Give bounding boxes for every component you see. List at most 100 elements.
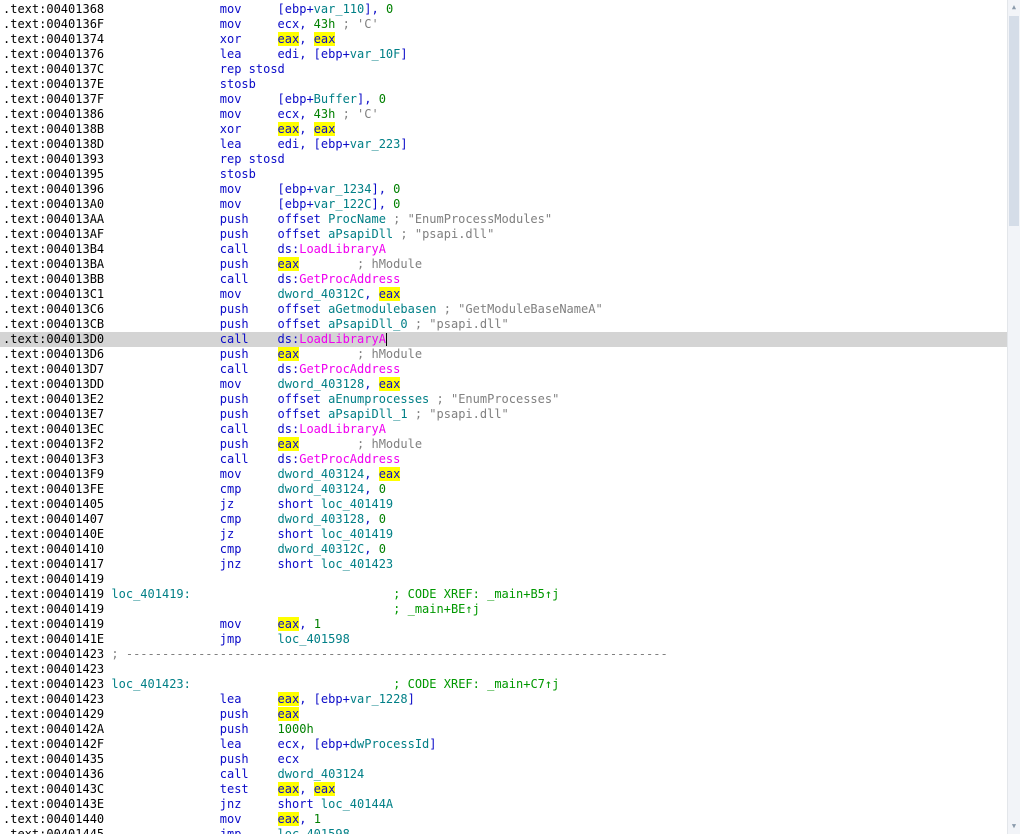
identifier[interactable]: ProcName <box>328 212 386 226</box>
asm-line[interactable]: .text:00401435 push ecx <box>0 752 1007 767</box>
asm-line[interactable]: .text:00401405 jz short loc_401419 <box>0 497 1007 512</box>
identifier[interactable]: dword_40312C <box>278 287 365 301</box>
identifier[interactable]: dword_40312C <box>278 542 365 556</box>
import-name[interactable]: GetProcAddress <box>299 362 400 376</box>
asm-line[interactable]: .text:004013D6 push eax ; hModule <box>0 347 1007 362</box>
asm-line[interactable]: .text:0040143E jnz short loc_40144A <box>0 797 1007 812</box>
asm-line[interactable]: .text:00401407 cmp dword_403128, 0 <box>0 512 1007 527</box>
identifier[interactable]: dwProcessId <box>350 737 429 751</box>
identifier[interactable]: dword_403124 <box>278 467 365 481</box>
asm-line[interactable]: .text:0040136F mov ecx, 43h ; 'C' <box>0 17 1007 32</box>
highlighted-register[interactable]: eax <box>313 32 336 46</box>
scroll-down-button[interactable]: ▼ <box>1008 819 1020 834</box>
asm-line[interactable]: .text:00401423 loc_401423: ; CODE XREF: … <box>0 677 1007 692</box>
asm-line[interactable]: .text:004013F9 mov dword_403124, eax <box>0 467 1007 482</box>
asm-line[interactable]: .text:00401410 cmp dword_40312C, 0 <box>0 542 1007 557</box>
identifier[interactable]: var_223 <box>350 137 401 151</box>
asm-line[interactable]: .text:00401445 jmp loc_401598 <box>0 827 1007 834</box>
asm-line[interactable]: .text:0040137E stosb <box>0 77 1007 92</box>
asm-line[interactable]: .text:0040138D lea edi, [ebp+var_223] <box>0 137 1007 152</box>
asm-line[interactable]: .text:004013F3 call ds:GetProcAddress <box>0 452 1007 467</box>
asm-line-selected[interactable]: .text:004013D0 call ds:LoadLibraryA <box>0 332 1007 347</box>
highlighted-register[interactable]: eax <box>313 122 336 136</box>
import-name[interactable]: GetProcAddress <box>299 272 400 286</box>
import-name[interactable]: GetProcAddress <box>299 452 400 466</box>
identifier[interactable]: Buffer <box>314 92 357 106</box>
identifier[interactable]: dword_403128 <box>278 377 365 391</box>
highlighted-register[interactable]: eax <box>378 287 401 301</box>
asm-line[interactable]: .text:004013E7 push offset aPsapiDll_1 ;… <box>0 407 1007 422</box>
identifier[interactable]: loc_401419: <box>111 587 190 601</box>
asm-line[interactable]: .text:004013CB push offset aPsapiDll_0 ;… <box>0 317 1007 332</box>
asm-line[interactable]: .text:00401396 mov [ebp+var_1234], 0 <box>0 182 1007 197</box>
disassembly-listing[interactable]: .text:00401368 mov [ebp+var_110], 0 .text… <box>0 0 1007 834</box>
scrollbar-thumb[interactable] <box>1009 16 1019 226</box>
import-name[interactable]: LoadLibraryA <box>299 332 386 346</box>
identifier[interactable]: var_10F <box>350 47 401 61</box>
asm-line[interactable]: .text:004013A0 mov [ebp+var_122C], 0 <box>0 197 1007 212</box>
identifier[interactable]: var_1234 <box>314 182 372 196</box>
highlighted-register[interactable]: eax <box>277 257 300 271</box>
highlighted-register[interactable]: eax <box>277 617 300 631</box>
asm-line[interactable]: .text:00401417 jnz short loc_401423 <box>0 557 1007 572</box>
asm-line[interactable]: .text:004013BB call ds:GetProcAddress <box>0 272 1007 287</box>
highlighted-register[interactable]: eax <box>313 782 336 796</box>
asm-line[interactable]: .text:004013FE cmp dword_403124, 0 <box>0 482 1007 497</box>
highlighted-register[interactable]: eax <box>277 782 300 796</box>
identifier[interactable]: loc_401598 <box>278 827 350 834</box>
asm-line[interactable]: .text:00401423 lea eax, [ebp+var_1228] <box>0 692 1007 707</box>
asm-line[interactable]: .text:0040140E jz short loc_401419 <box>0 527 1007 542</box>
identifier[interactable]: aPsapiDll <box>328 227 393 241</box>
asm-line[interactable]: .text:00401419 mov eax, 1 <box>0 617 1007 632</box>
asm-line[interactable]: .text:004013BA push eax ; hModule <box>0 257 1007 272</box>
asm-line[interactable]: .text:0040138B xor eax, eax <box>0 122 1007 137</box>
identifier[interactable]: dword_403124 <box>278 482 365 496</box>
asm-line[interactable]: .text:0040137C rep stosd <box>0 62 1007 77</box>
highlighted-register[interactable]: eax <box>378 467 401 481</box>
identifier[interactable]: dword_403124 <box>278 767 365 781</box>
asm-line[interactable]: .text:004013AF push offset aPsapiDll ; "… <box>0 227 1007 242</box>
identifier[interactable]: dword_403128 <box>278 512 365 526</box>
asm-line[interactable]: .text:00401423 ; -----------------------… <box>0 647 1007 662</box>
identifier[interactable]: var_110 <box>314 2 365 16</box>
asm-line[interactable]: .text:004013EC call ds:LoadLibraryA <box>0 422 1007 437</box>
identifier[interactable]: var_122C <box>314 197 372 211</box>
import-name[interactable]: LoadLibraryA <box>299 242 386 256</box>
highlighted-register[interactable]: eax <box>277 347 300 361</box>
identifier[interactable]: loc_401423: <box>111 677 190 691</box>
asm-line[interactable]: .text:00401393 rep stosd <box>0 152 1007 167</box>
asm-line[interactable]: .text:00401386 mov ecx, 43h ; 'C' <box>0 107 1007 122</box>
asm-line[interactable]: .text:004013D7 call ds:GetProcAddress <box>0 362 1007 377</box>
highlighted-register[interactable]: eax <box>277 437 300 451</box>
asm-line[interactable]: .text:00401419 ; _main+BE↑j <box>0 602 1007 617</box>
identifier[interactable]: aGetmodulebasen <box>328 302 436 316</box>
highlighted-register[interactable]: eax <box>277 707 300 721</box>
asm-line[interactable]: .text:0040143C test eax, eax <box>0 782 1007 797</box>
asm-line[interactable]: .text:0040142A push 1000h <box>0 722 1007 737</box>
asm-line[interactable]: .text:004013C6 push offset aGetmodulebas… <box>0 302 1007 317</box>
identifier[interactable]: loc_401419 <box>321 497 393 511</box>
highlighted-register[interactable]: eax <box>277 812 300 826</box>
identifier[interactable]: aPsapiDll_0 <box>328 317 407 331</box>
highlighted-register[interactable]: eax <box>277 122 300 136</box>
asm-line[interactable]: .text:004013DD mov dword_403128, eax <box>0 377 1007 392</box>
asm-line[interactable]: .text:004013F2 push eax ; hModule <box>0 437 1007 452</box>
scroll-up-button[interactable]: ▲ <box>1008 0 1020 15</box>
identifier[interactable]: loc_40144A <box>321 797 393 811</box>
identifier[interactable]: aPsapiDll_1 <box>328 407 407 421</box>
highlighted-register[interactable]: eax <box>277 32 300 46</box>
identifier[interactable]: loc_401598 <box>278 632 350 646</box>
import-name[interactable]: LoadLibraryA <box>299 422 386 436</box>
asm-line[interactable]: .text:00401429 push eax <box>0 707 1007 722</box>
asm-line[interactable]: .text:00401419 loc_401419: ; CODE XREF: … <box>0 587 1007 602</box>
identifier[interactable]: var_1228 <box>350 692 408 706</box>
asm-line[interactable]: .text:00401423 <box>0 662 1007 677</box>
identifier[interactable]: loc_401423 <box>321 557 393 571</box>
asm-line[interactable]: .text:00401436 call dword_403124 <box>0 767 1007 782</box>
asm-line[interactable]: .text:00401368 mov [ebp+var_110], 0 <box>0 2 1007 17</box>
asm-line[interactable]: .text:00401374 xor eax, eax <box>0 32 1007 47</box>
asm-line[interactable]: .text:00401419 <box>0 572 1007 587</box>
asm-line[interactable]: .text:0040141E jmp loc_401598 <box>0 632 1007 647</box>
asm-line[interactable]: .text:004013AA push offset ProcName ; "E… <box>0 212 1007 227</box>
highlighted-register[interactable]: eax <box>277 692 300 706</box>
